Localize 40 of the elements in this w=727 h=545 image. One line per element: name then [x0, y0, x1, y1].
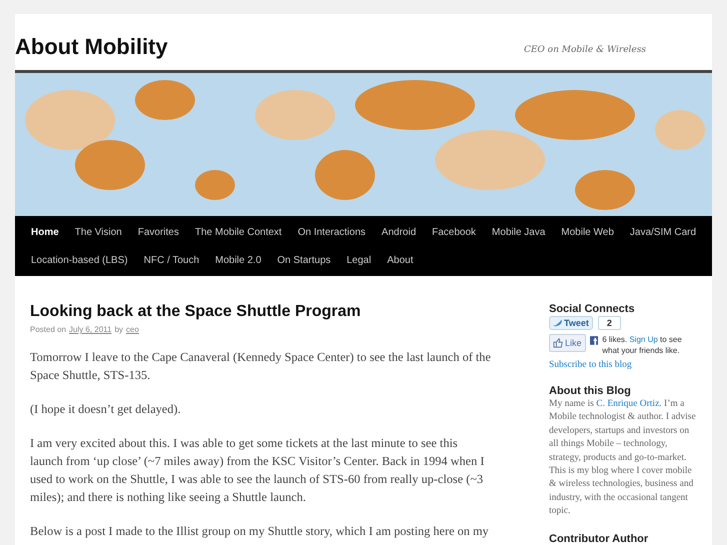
facebook-icon	[590, 336, 598, 345]
post-paragraph: (I hope it doesn’t get delayed).	[30, 401, 182, 418]
meta-text: by	[114, 325, 124, 334]
tweet-button[interactable]: Tweet	[549, 316, 593, 330]
post-paragraph: I am very excited about this. I was able to get some tickets at the last minute to see this launch from ‘up close’ (~7 miles away) from the KSC Visitor’s Center. Back in 1994 when I used to work on the Shuttle, I was able to see the launch of STS-60 from really up-close (~3 miles); and there is nothing like seeing a Shuttle launch.	[30, 435, 486, 506]
widget-heading: Social Connects	[549, 303, 636, 315]
date-link[interactable]: July 6, 2011	[69, 325, 112, 334]
nav-link[interactable]: On Startups	[269, 254, 339, 266]
nav-link[interactable]: NFC / Touch	[136, 254, 208, 266]
widget-heading: About this Blog	[549, 385, 632, 397]
nav-link[interactable]: Location-based (LBS)	[23, 254, 136, 266]
nav-link[interactable]: Mobile 2.0	[207, 254, 270, 266]
nav-link[interactable]: The Mobile Context	[187, 226, 290, 238]
thumbs-up-icon	[553, 338, 563, 348]
post-paragraph: Tomorrow I leave to the Cape Canaveral (Kennedy Space Center) to see the last launch of the Space Shuttle, STS-135.	[30, 349, 492, 384]
nav-link[interactable]: Facebook	[424, 226, 484, 238]
nav-link[interactable]: Favorites	[130, 226, 187, 238]
post-title[interactable]: Looking back at the Space Shuttle Program	[30, 303, 492, 321]
tweet-count: 2	[598, 316, 621, 330]
author-link[interactable]: ceo	[126, 325, 139, 334]
nav-link[interactable]: Legal	[338, 254, 380, 266]
nav-link[interactable]: Java/SIM Card	[622, 226, 704, 238]
nav-link[interactable]: On Interactions	[290, 226, 374, 238]
nav-link[interactable]: Android	[374, 226, 424, 238]
post-paragraph: Below is a post I made to the Illist group on my Shuttle story, which I am posting here on my	[30, 523, 490, 540]
subscribe-link[interactable]: Subscribe to this blog	[549, 360, 699, 370]
widget-heading: Contributor Author	[549, 532, 650, 545]
nav-link[interactable]: The Vision	[66, 226, 130, 238]
sign-up-link[interactable]: Sign Up	[629, 335, 658, 344]
nav-link[interactable]: Home	[23, 226, 67, 238]
site-tagline: CEO on Mobile & Wireless	[524, 45, 646, 55]
like-button[interactable]: Like	[549, 334, 586, 352]
nav-link[interactable]: About	[379, 254, 422, 266]
nav-link[interactable]: Mobile Java	[484, 226, 554, 238]
meta-text: Posted on	[30, 325, 66, 334]
nav-link[interactable]: Mobile Web	[553, 226, 622, 238]
likes-text: 6 likes. Sign Up to see what your friends like.	[602, 334, 683, 356]
site-title[interactable]: About Mobility	[15, 34, 168, 60]
author-link[interactable]: C. Enrique Ortiz	[596, 399, 660, 409]
about-text: My name is C. Enrique Ortiz. I’m a Mobile technologist & author. I advise developers, startups and investors on all things Mobile – technology, strategy, products and go-to-market. This is my blog where I cover mobile & wireless technologies, business and industry, with the occasional tangent topic.	[549, 398, 697, 518]
